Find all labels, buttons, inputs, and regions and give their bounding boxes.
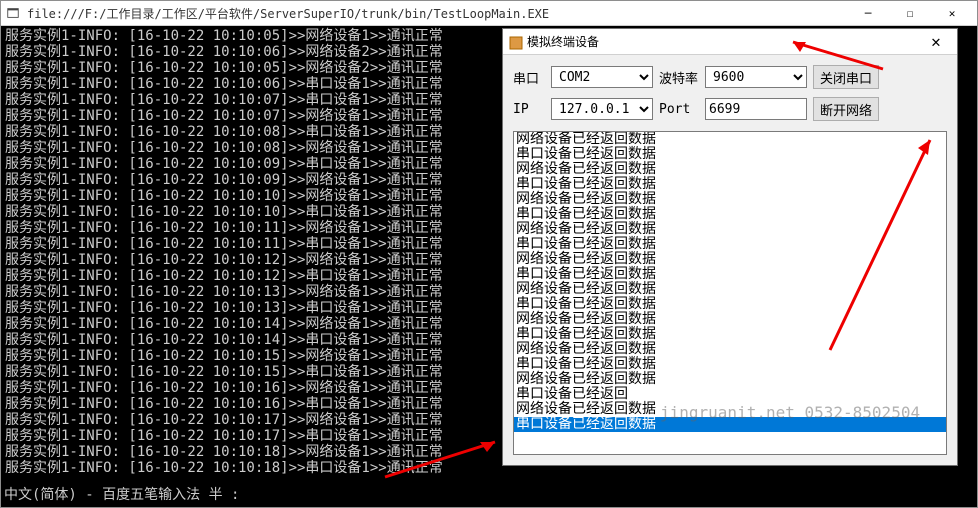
log-line[interactable]: 串口设备已经返回数据 [514,267,946,282]
main-title: file:///F:/工作目录/工作区/平台软件/ServerSuperIO/t… [27,5,847,22]
baud-select[interactable]: 9600 [705,66,807,88]
log-line[interactable]: 串口设备已经返回数据 [514,207,946,222]
serial-row: 串口 COM2 波特率 9600 关闭串口 [513,65,947,89]
log-listbox[interactable]: 网络设备已经返回数据串口设备已经返回数据网络设备已经返回数据串口设备已经返回数据… [513,131,947,455]
ip-row: IP 127.0.0.1 Port 断开网络 [513,97,947,121]
log-line[interactable]: 串口设备已经返回 [514,387,946,402]
log-line[interactable]: 网络设备已经返回数据 [514,282,946,297]
log-line[interactable]: 网络设备已经返回数据 [514,222,946,237]
baud-label: 波特率 [659,68,699,87]
window-buttons: ─ ☐ ✕ [847,1,973,25]
serial-label: 串口 [513,68,545,87]
simulator-title: 模拟终端设备 [527,33,921,50]
log-line[interactable]: 网络设备已经返回数据 [514,162,946,177]
disconnect-button[interactable]: 断开网络 [813,97,879,121]
simulator-body: 串口 COM2 波特率 9600 关闭串口 IP 127.0.0.1 Port … [503,55,957,465]
ip-select[interactable]: 127.0.0.1 [551,98,653,120]
log-line[interactable]: 网络设备已经返回数据 [514,312,946,327]
serial-select[interactable]: COM2 [551,66,653,88]
log-line[interactable]: 网络设备已经返回数据 [514,252,946,267]
log-line[interactable]: 串口设备已经返回数据 [514,327,946,342]
log-line[interactable]: 串口设备已经返回数据 [514,237,946,252]
log-line[interactable]: 串口设备已经返回数据 [514,297,946,312]
simulator-icon [509,35,523,49]
simulator-window: 模拟终端设备 ✕ 串口 COM2 波特率 9600 关闭串口 IP 127.0.… [502,28,958,466]
port-input[interactable] [705,98,807,120]
log-line[interactable]: 串口设备已经返回数据 [514,147,946,162]
log-line[interactable]: 串口设备已经返回数据 [514,357,946,372]
ime-status: 中文(简体) - 百度五笔输入法 半 : [4,484,239,504]
log-line[interactable]: 网络设备已经返回数据 [514,132,946,147]
close-button[interactable]: ✕ [931,1,973,25]
app-icon [5,5,21,21]
log-line[interactable]: 网络设备已经返回数据 [514,342,946,357]
maximize-button[interactable]: ☐ [889,1,931,25]
log-line[interactable]: 网络设备已经返回数据 [514,372,946,387]
minimize-button[interactable]: ─ [847,1,889,25]
close-serial-button[interactable]: 关闭串口 [813,65,879,89]
log-line[interactable]: 串口设备已经返回数据 [514,417,946,432]
port-label: Port [659,102,699,117]
log-line[interactable]: 网络设备已经返回数据 [514,192,946,207]
ip-label: IP [513,102,545,117]
log-line[interactable]: 网络设备已经返回数据 [514,402,946,417]
simulator-close-button[interactable]: ✕ [921,30,951,54]
main-titlebar[interactable]: file:///F:/工作目录/工作区/平台软件/ServerSuperIO/t… [1,1,977,26]
simulator-titlebar[interactable]: 模拟终端设备 ✕ [503,29,957,55]
log-line[interactable]: 串口设备已经返回数据 [514,177,946,192]
